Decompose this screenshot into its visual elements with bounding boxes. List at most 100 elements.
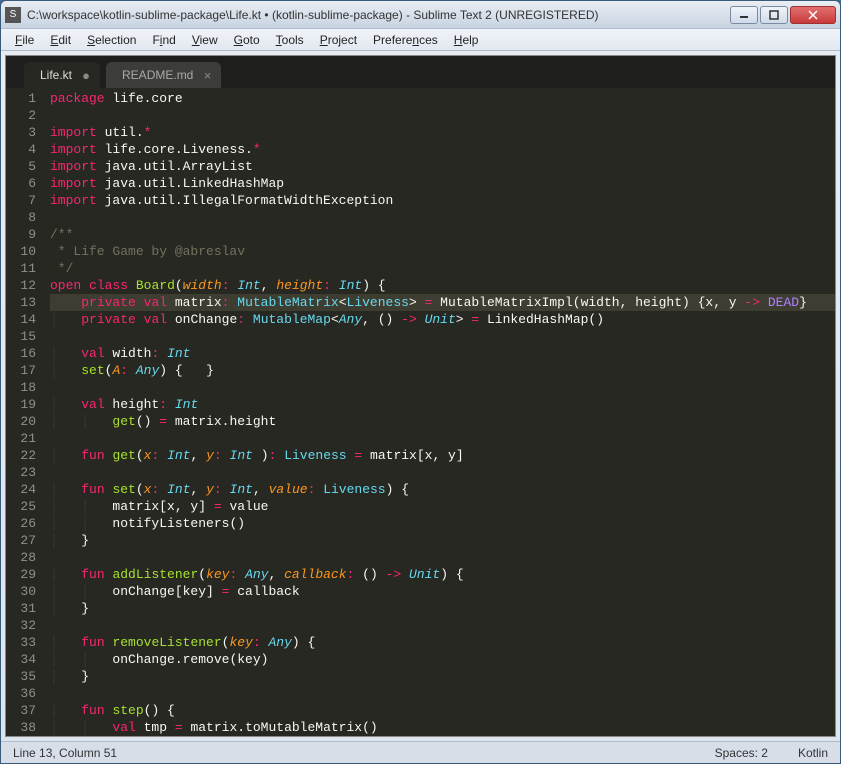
menu-help[interactable]: Help (446, 31, 487, 49)
line-number: 30 (6, 583, 36, 600)
line-number: 37 (6, 702, 36, 719)
code-line[interactable]: │ │ onChange.remove(key) (50, 651, 835, 668)
code-line[interactable]: import java.util.ArrayList (50, 158, 835, 175)
line-number: 7 (6, 192, 36, 209)
code-line[interactable] (50, 617, 835, 634)
code-line[interactable]: │ } (50, 668, 835, 685)
code-line[interactable]: import util.* (50, 124, 835, 141)
code-line[interactable]: │ fun step() { (50, 702, 835, 719)
menu-file[interactable]: File (7, 31, 42, 49)
line-number: 20 (6, 413, 36, 430)
code-line[interactable]: │ } (50, 600, 835, 617)
app-window: S C:\workspace\kotlin-sublime-package\Li… (0, 0, 841, 764)
code-line[interactable]: │ │ get() = matrix.height (50, 413, 835, 430)
menu-find[interactable]: Find (144, 31, 183, 49)
code-line[interactable]: open class Board(width: Int, height: Int… (50, 277, 835, 294)
tab-readme-md[interactable]: README.md × (106, 62, 221, 88)
line-number: 9 (6, 226, 36, 243)
status-position: Line 13, Column 51 (13, 746, 685, 760)
line-number: 18 (6, 379, 36, 396)
editor-body[interactable]: 1234567891011121314151617181920212223242… (6, 88, 835, 736)
line-number: 13 (6, 294, 36, 311)
code-line[interactable]: │ private val onChange: MutableMap<Any, … (50, 311, 835, 328)
line-number: 31 (6, 600, 36, 617)
line-number: 34 (6, 651, 36, 668)
line-number: 4 (6, 141, 36, 158)
line-number: 26 (6, 515, 36, 532)
line-number-gutter[interactable]: 1234567891011121314151617181920212223242… (6, 88, 46, 736)
menu-view[interactable]: View (184, 31, 226, 49)
code-line[interactable]: │ set(A: Any) { } (50, 362, 835, 379)
line-number: 14 (6, 311, 36, 328)
code-line[interactable]: │ │ matrix[x, y] = value (50, 498, 835, 515)
tabbar: Life.kt ● README.md × (6, 56, 835, 88)
statusbar: Line 13, Column 51 Spaces: 2 Kotlin (1, 741, 840, 763)
minimize-button[interactable] (730, 6, 758, 24)
status-syntax[interactable]: Kotlin (798, 746, 828, 760)
code-line[interactable] (50, 379, 835, 396)
code-line[interactable]: │ fun removeListener(key: Any) { (50, 634, 835, 651)
line-number: 36 (6, 685, 36, 702)
menu-preferences[interactable]: Preferences (365, 31, 446, 49)
code-line[interactable] (50, 464, 835, 481)
line-number: 3 (6, 124, 36, 141)
code-line[interactable]: * Life Game by @abreslav (50, 243, 835, 260)
code-line[interactable]: │ │ onChange[key] = callback (50, 583, 835, 600)
close-icon (808, 10, 818, 20)
window-title: C:\workspace\kotlin-sublime-package\Life… (27, 8, 730, 22)
code-line[interactable]: */ (50, 260, 835, 277)
line-number: 5 (6, 158, 36, 175)
status-spaces[interactable]: Spaces: 2 (715, 746, 768, 760)
menu-project[interactable]: Project (312, 31, 365, 49)
line-number: 29 (6, 566, 36, 583)
tab-dirty-icon: ● (82, 68, 90, 83)
menu-goto[interactable]: Goto (226, 31, 268, 49)
app-icon: S (5, 7, 21, 23)
menu-selection[interactable]: Selection (79, 31, 144, 49)
code-line[interactable]: │ fun set(x: Int, y: Int, value: Livenes… (50, 481, 835, 498)
line-number: 8 (6, 209, 36, 226)
code-line[interactable]: │ } (50, 532, 835, 549)
code-line[interactable]: │ fun get(x: Int, y: Int ): Liveness = m… (50, 447, 835, 464)
code-line[interactable]: │ val height: Int (50, 396, 835, 413)
line-number: 38 (6, 719, 36, 736)
titlebar[interactable]: S C:\workspace\kotlin-sublime-package\Li… (1, 1, 840, 29)
code-line[interactable]: package life.core (50, 90, 835, 107)
code-line[interactable]: import java.util.IllegalFormatWidthExcep… (50, 192, 835, 209)
code-line[interactable] (50, 328, 835, 345)
line-number: 16 (6, 345, 36, 362)
line-number: 28 (6, 549, 36, 566)
code-line[interactable] (50, 685, 835, 702)
menu-edit[interactable]: Edit (42, 31, 79, 49)
code-area[interactable]: package life.core import util.*import lif… (46, 88, 835, 736)
code-line[interactable] (50, 430, 835, 447)
code-line[interactable] (50, 209, 835, 226)
code-line[interactable]: /** (50, 226, 835, 243)
line-number: 10 (6, 243, 36, 260)
menubar: File Edit Selection Find View Goto Tools… (1, 29, 840, 51)
maximize-button[interactable] (760, 6, 788, 24)
code-line[interactable] (50, 107, 835, 124)
line-number: 24 (6, 481, 36, 498)
code-line[interactable]: │ │ val tmp = matrix.toMutableMatrix() (50, 719, 835, 736)
menu-tools[interactable]: Tools (268, 31, 312, 49)
line-number: 12 (6, 277, 36, 294)
code-line[interactable]: │ fun addListener(key: Any, callback: ()… (50, 566, 835, 583)
line-number: 21 (6, 430, 36, 447)
line-number: 6 (6, 175, 36, 192)
tab-label: Life.kt (40, 68, 72, 82)
close-button[interactable] (790, 6, 836, 24)
code-line[interactable]: │ val width: Int (50, 345, 835, 362)
maximize-icon (769, 10, 779, 20)
code-line[interactable]: │ │ notifyListeners() (50, 515, 835, 532)
line-number: 1 (6, 90, 36, 107)
code-line[interactable]: import life.core.Liveness.* (50, 141, 835, 158)
code-line[interactable]: │ private val matrix: MutableMatrix<Live… (50, 294, 835, 311)
tab-close-icon[interactable]: × (204, 68, 212, 83)
tab-life-kt[interactable]: Life.kt ● (24, 62, 100, 88)
line-number: 11 (6, 260, 36, 277)
code-line[interactable]: import java.util.LinkedHashMap (50, 175, 835, 192)
line-number: 17 (6, 362, 36, 379)
code-line[interactable] (50, 549, 835, 566)
tab-label: README.md (122, 68, 193, 82)
